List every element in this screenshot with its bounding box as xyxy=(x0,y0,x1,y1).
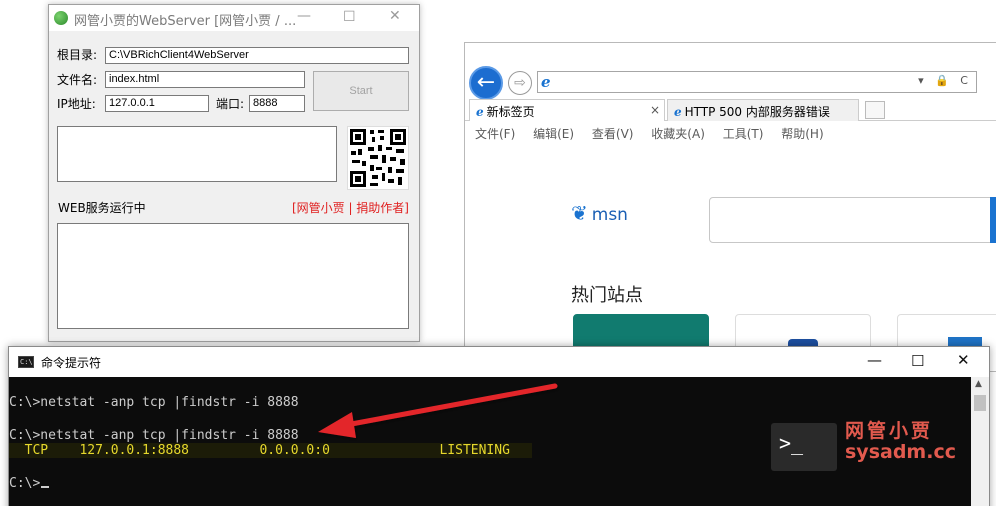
prompt-line: C:\> xyxy=(9,476,50,491)
minimize-icon[interactable]: — xyxy=(867,351,882,369)
cmd-window: C:\ 命令提示符 — ☐ ✕ C:\>netstat -anp tcp |fi… xyxy=(8,346,990,506)
ip-label: IP地址: xyxy=(57,97,96,111)
hot-sites-heading: 热门站点 xyxy=(571,285,643,306)
menu-tools[interactable]: 工具(T) xyxy=(723,127,764,141)
address-tools[interactable]: ▾ 🔒 C xyxy=(918,74,972,87)
text-cursor xyxy=(41,486,50,488)
vertical-scrollbar[interactable]: ▲ xyxy=(971,377,989,506)
menu-file[interactable]: 文件(F) xyxy=(475,127,515,141)
terminal-prompt-icon: >_ xyxy=(771,423,837,471)
address-bar[interactable]: e ▾ 🔒 C xyxy=(537,71,977,93)
app-globe-icon xyxy=(54,11,68,25)
close-icon[interactable]: ✕ xyxy=(957,351,970,369)
file-label: 文件名: xyxy=(57,73,98,87)
ie-logo-icon: e xyxy=(541,73,551,91)
scroll-up-icon[interactable]: ▲ xyxy=(975,379,982,389)
new-tab-icon[interactable] xyxy=(865,101,885,119)
watermark-line1: 网管小贾 xyxy=(845,420,934,442)
minimize-icon[interactable]: — xyxy=(297,8,311,24)
tab-label: HTTP 500 内部服务器错误 xyxy=(684,105,830,119)
browser-address-row: ← ⇨ e ▾ 🔒 C xyxy=(465,65,996,103)
root-label: 根目录: xyxy=(57,48,98,62)
qr-code-icon xyxy=(347,126,409,190)
butterfly-icon: ❦ xyxy=(571,201,588,225)
menu-view[interactable]: 查看(V) xyxy=(592,127,634,141)
webserver-titlebar[interactable]: 网管小贾的WebServer [网管小贾 / ... — ☐ ✕ xyxy=(49,5,419,31)
info-textbox[interactable] xyxy=(57,126,337,182)
menu-favorites[interactable]: 收藏夹(A) xyxy=(651,127,705,141)
cmd-titlebar[interactable]: C:\ 命令提示符 — ☐ ✕ xyxy=(9,347,989,377)
maximize-icon[interactable]: ☐ xyxy=(343,9,356,25)
close-icon[interactable]: ✕ xyxy=(389,8,401,24)
menu-edit[interactable]: 编辑(E) xyxy=(533,127,574,141)
ie-tab-icon: e xyxy=(476,105,484,119)
port-label: 端口: xyxy=(216,97,245,111)
console-line: C:\>netstat -anp tcp |findstr -i 8888 xyxy=(9,428,299,443)
msn-logo[interactable]: ❦ msn xyxy=(571,201,628,225)
watermark-line2: sysadm.cc xyxy=(845,440,956,463)
msn-search-input[interactable] xyxy=(709,197,996,243)
donate-link[interactable]: [网管小贾 | 捐助作者] xyxy=(292,199,409,216)
tab-label: 新标签页 xyxy=(486,105,535,119)
cmd-icon: C:\ xyxy=(18,356,34,368)
status-text: WEB服务运行中 xyxy=(58,201,146,215)
tab-new-tab[interactable]: e 新标签页 × xyxy=(469,99,665,121)
listening-line: TCP 127.0.0.1:8888 0.0.0.0:0 LISTENING xyxy=(9,443,532,458)
watermark: 网管小贾 sysadm.cc xyxy=(845,421,956,463)
scroll-thumb[interactable] xyxy=(974,395,986,411)
start-button[interactable]: Start xyxy=(313,71,409,111)
back-arrow-icon[interactable]: ← xyxy=(469,66,503,100)
webserver-window: 网管小贾的WebServer [网管小贾 / ... — ☐ ✕ 根目录: C:… xyxy=(48,4,420,342)
browser-tabs: e 新标签页 × e HTTP 500 内部服务器错误 xyxy=(465,99,996,121)
menu-help[interactable]: 帮助(H) xyxy=(781,127,823,141)
filename-input[interactable]: index.html xyxy=(105,71,305,88)
msn-label: msn xyxy=(591,205,628,225)
console-line: C:\>netstat -anp tcp |findstr -i 8888 xyxy=(9,395,299,410)
forward-arrow-icon[interactable]: ⇨ xyxy=(508,71,532,95)
ip-input[interactable]: 127.0.0.1 xyxy=(105,95,209,112)
ie-tab-icon: e xyxy=(674,105,682,119)
port-input[interactable]: 8888 xyxy=(249,95,305,112)
prompt-text: C:\> xyxy=(9,476,41,491)
maximize-icon[interactable]: ☐ xyxy=(911,352,924,370)
close-icon[interactable]: × xyxy=(650,103,660,117)
search-button[interactable] xyxy=(990,197,996,243)
window-title: 命令提示符 xyxy=(41,356,102,370)
tab-http-500[interactable]: e HTTP 500 内部服务器错误 xyxy=(667,99,859,121)
browser-window: ← ⇨ e ▾ 🔒 C e 新标签页 × e HTTP 500 内部服务器错误 文件… xyxy=(464,42,996,372)
browser-menubar: 文件(F) 编辑(E) 查看(V) 收藏夹(A) 工具(T) 帮助(H) xyxy=(465,122,996,144)
root-dir-input[interactable]: C:\VBRichClient4WebServer xyxy=(105,47,409,64)
log-textbox[interactable] xyxy=(57,223,409,329)
window-title: 网管小贾的WebServer [网管小贾 / ... xyxy=(74,14,297,29)
